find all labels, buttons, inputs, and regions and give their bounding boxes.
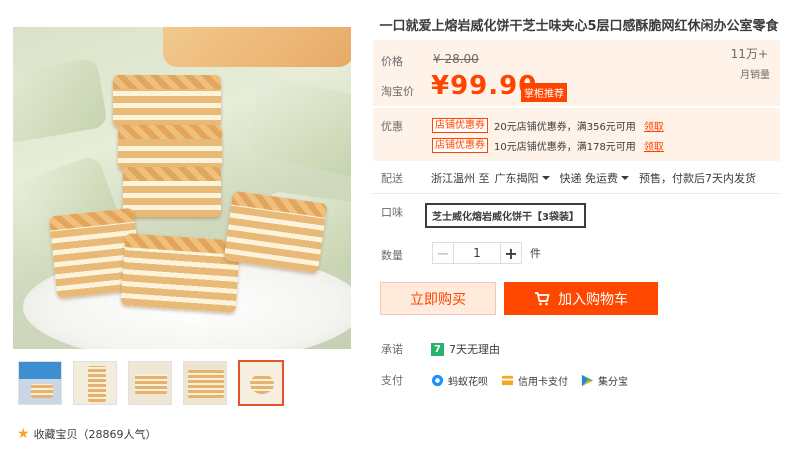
thumbnail-2[interactable]: [73, 361, 117, 405]
coupon-panel: 优惠 店铺优惠券 20元店铺优惠券，满356元可用 领取 店铺优惠券 10元店铺…: [373, 108, 780, 161]
delivery-note: 预售，付款后7天内发货: [639, 172, 756, 185]
credit-card-icon: [501, 375, 514, 385]
payment-method-label: 信用卡支付: [518, 376, 568, 388]
cart-icon: [535, 291, 550, 305]
promise-label: 承诺: [381, 343, 403, 356]
quantity-stepper: − 1 + 件: [432, 242, 541, 264]
delivery-origin: 浙江温州 至: [431, 172, 490, 185]
get-coupon-link[interactable]: 领取: [644, 138, 664, 153]
thumbnail-strip: [18, 360, 284, 406]
payment-row: 支付 蚂蚁花呗 信用卡支付 集分宝: [381, 372, 641, 388]
promise-row: 承诺 7 7天无理由: [381, 341, 500, 357]
divider: [373, 193, 780, 194]
payment-method-label: 集分宝: [598, 376, 628, 388]
payment-credit-card[interactable]: 信用卡支付: [501, 373, 568, 388]
package-decor: [13, 57, 109, 147]
product-title: 一口就爱上熔岩威化饼干芝士味夹心5层口感酥脆网红休闲办公室零食: [379, 19, 779, 34]
coupon-text: 20元店铺优惠券，满356元可用: [494, 122, 636, 133]
orig-price-label: 价格: [381, 55, 403, 68]
package-decor: [245, 75, 351, 179]
delivery-row: 配送 浙江温州 至 广东揭阳 快递 免运费 预售，付款后7天内发货: [381, 170, 756, 186]
increase-button[interactable]: +: [500, 242, 522, 264]
flavor-label: 口味: [381, 206, 403, 219]
get-coupon-link[interactable]: 领取: [644, 118, 664, 133]
delivery-label: 配送: [381, 172, 403, 185]
wafer: [118, 125, 222, 170]
wafer: [123, 167, 221, 217]
payment-jifenbao[interactable]: 集分宝: [581, 373, 628, 388]
thumbnail-1[interactable]: [18, 361, 62, 405]
flavor-row: 口味: [381, 204, 431, 220]
quantity-label: 数量: [381, 249, 403, 262]
chevron-down-icon: [621, 176, 629, 180]
coupon-tag: 店铺优惠券: [432, 118, 488, 133]
coupon-text: 10元店铺优惠券，满178元可用: [494, 142, 636, 153]
thumbnail-4[interactable]: [183, 361, 227, 405]
shipping-value: 快递 免运费: [559, 172, 619, 185]
quantity-input[interactable]: 1: [454, 242, 500, 264]
seven-day-return-icon: 7: [431, 342, 444, 356]
coupon-row: 店铺优惠券 10元店铺优惠券，满178元可用 领取: [432, 138, 664, 153]
decrease-button[interactable]: −: [432, 242, 454, 264]
wafer: [223, 190, 328, 274]
favorite-link[interactable]: ★ 收藏宝贝（28869人气）: [17, 426, 157, 442]
jifenbao-icon: [581, 374, 594, 386]
price-panel: 价格 ¥ 28.00 淘宝价 ¥99.90 掌柜推荐 11万+ 月销量: [373, 40, 780, 106]
quantity-row: 数量: [381, 247, 431, 263]
coupon-label: 优惠: [381, 120, 403, 133]
star-icon: ★: [17, 426, 30, 442]
coupon-row: 店铺优惠券 20元店铺优惠券，满356元可用 领取: [432, 118, 664, 133]
add-to-cart-label: 加入购物车: [558, 291, 628, 308]
package-decor: [163, 27, 351, 67]
huabei-icon: [431, 374, 444, 386]
destination-dropdown[interactable]: 广东揭阳: [495, 170, 550, 186]
chevron-down-icon: [541, 176, 550, 180]
payment-label: 支付: [381, 374, 403, 387]
shipping-dropdown[interactable]: 快递 免运费: [559, 170, 629, 186]
favorite-text: 收藏宝贝（28869人气）: [33, 428, 157, 441]
wafer: [120, 233, 241, 313]
promo-price-label: 淘宝价: [381, 85, 414, 98]
main-product-image: [13, 27, 351, 349]
destination-value: 广东揭阳: [494, 172, 539, 185]
coupon-tag: 店铺优惠券: [432, 138, 488, 153]
monthly-sales-label: 月销量: [740, 70, 770, 81]
flavor-option-selected[interactable]: 芝士威化熔岩威化饼干【3袋装】: [425, 203, 586, 228]
promise-text[interactable]: 7天无理由: [449, 341, 500, 357]
payment-method-label: 蚂蚁花呗: [448, 376, 488, 388]
add-to-cart-button[interactable]: 加入购物车: [504, 282, 658, 315]
quantity-unit: 件: [530, 247, 541, 260]
wafer: [113, 75, 221, 127]
monthly-sales-count: 11万+: [730, 47, 768, 61]
recommend-badge: 掌柜推荐: [521, 83, 567, 102]
payment-huabei[interactable]: 蚂蚁花呗: [431, 373, 488, 388]
orig-price: ¥ 28.00: [433, 52, 479, 66]
thumbnail-3[interactable]: [128, 361, 172, 405]
buy-now-button[interactable]: 立即购买: [380, 282, 496, 315]
thumbnail-5[interactable]: [238, 360, 284, 406]
